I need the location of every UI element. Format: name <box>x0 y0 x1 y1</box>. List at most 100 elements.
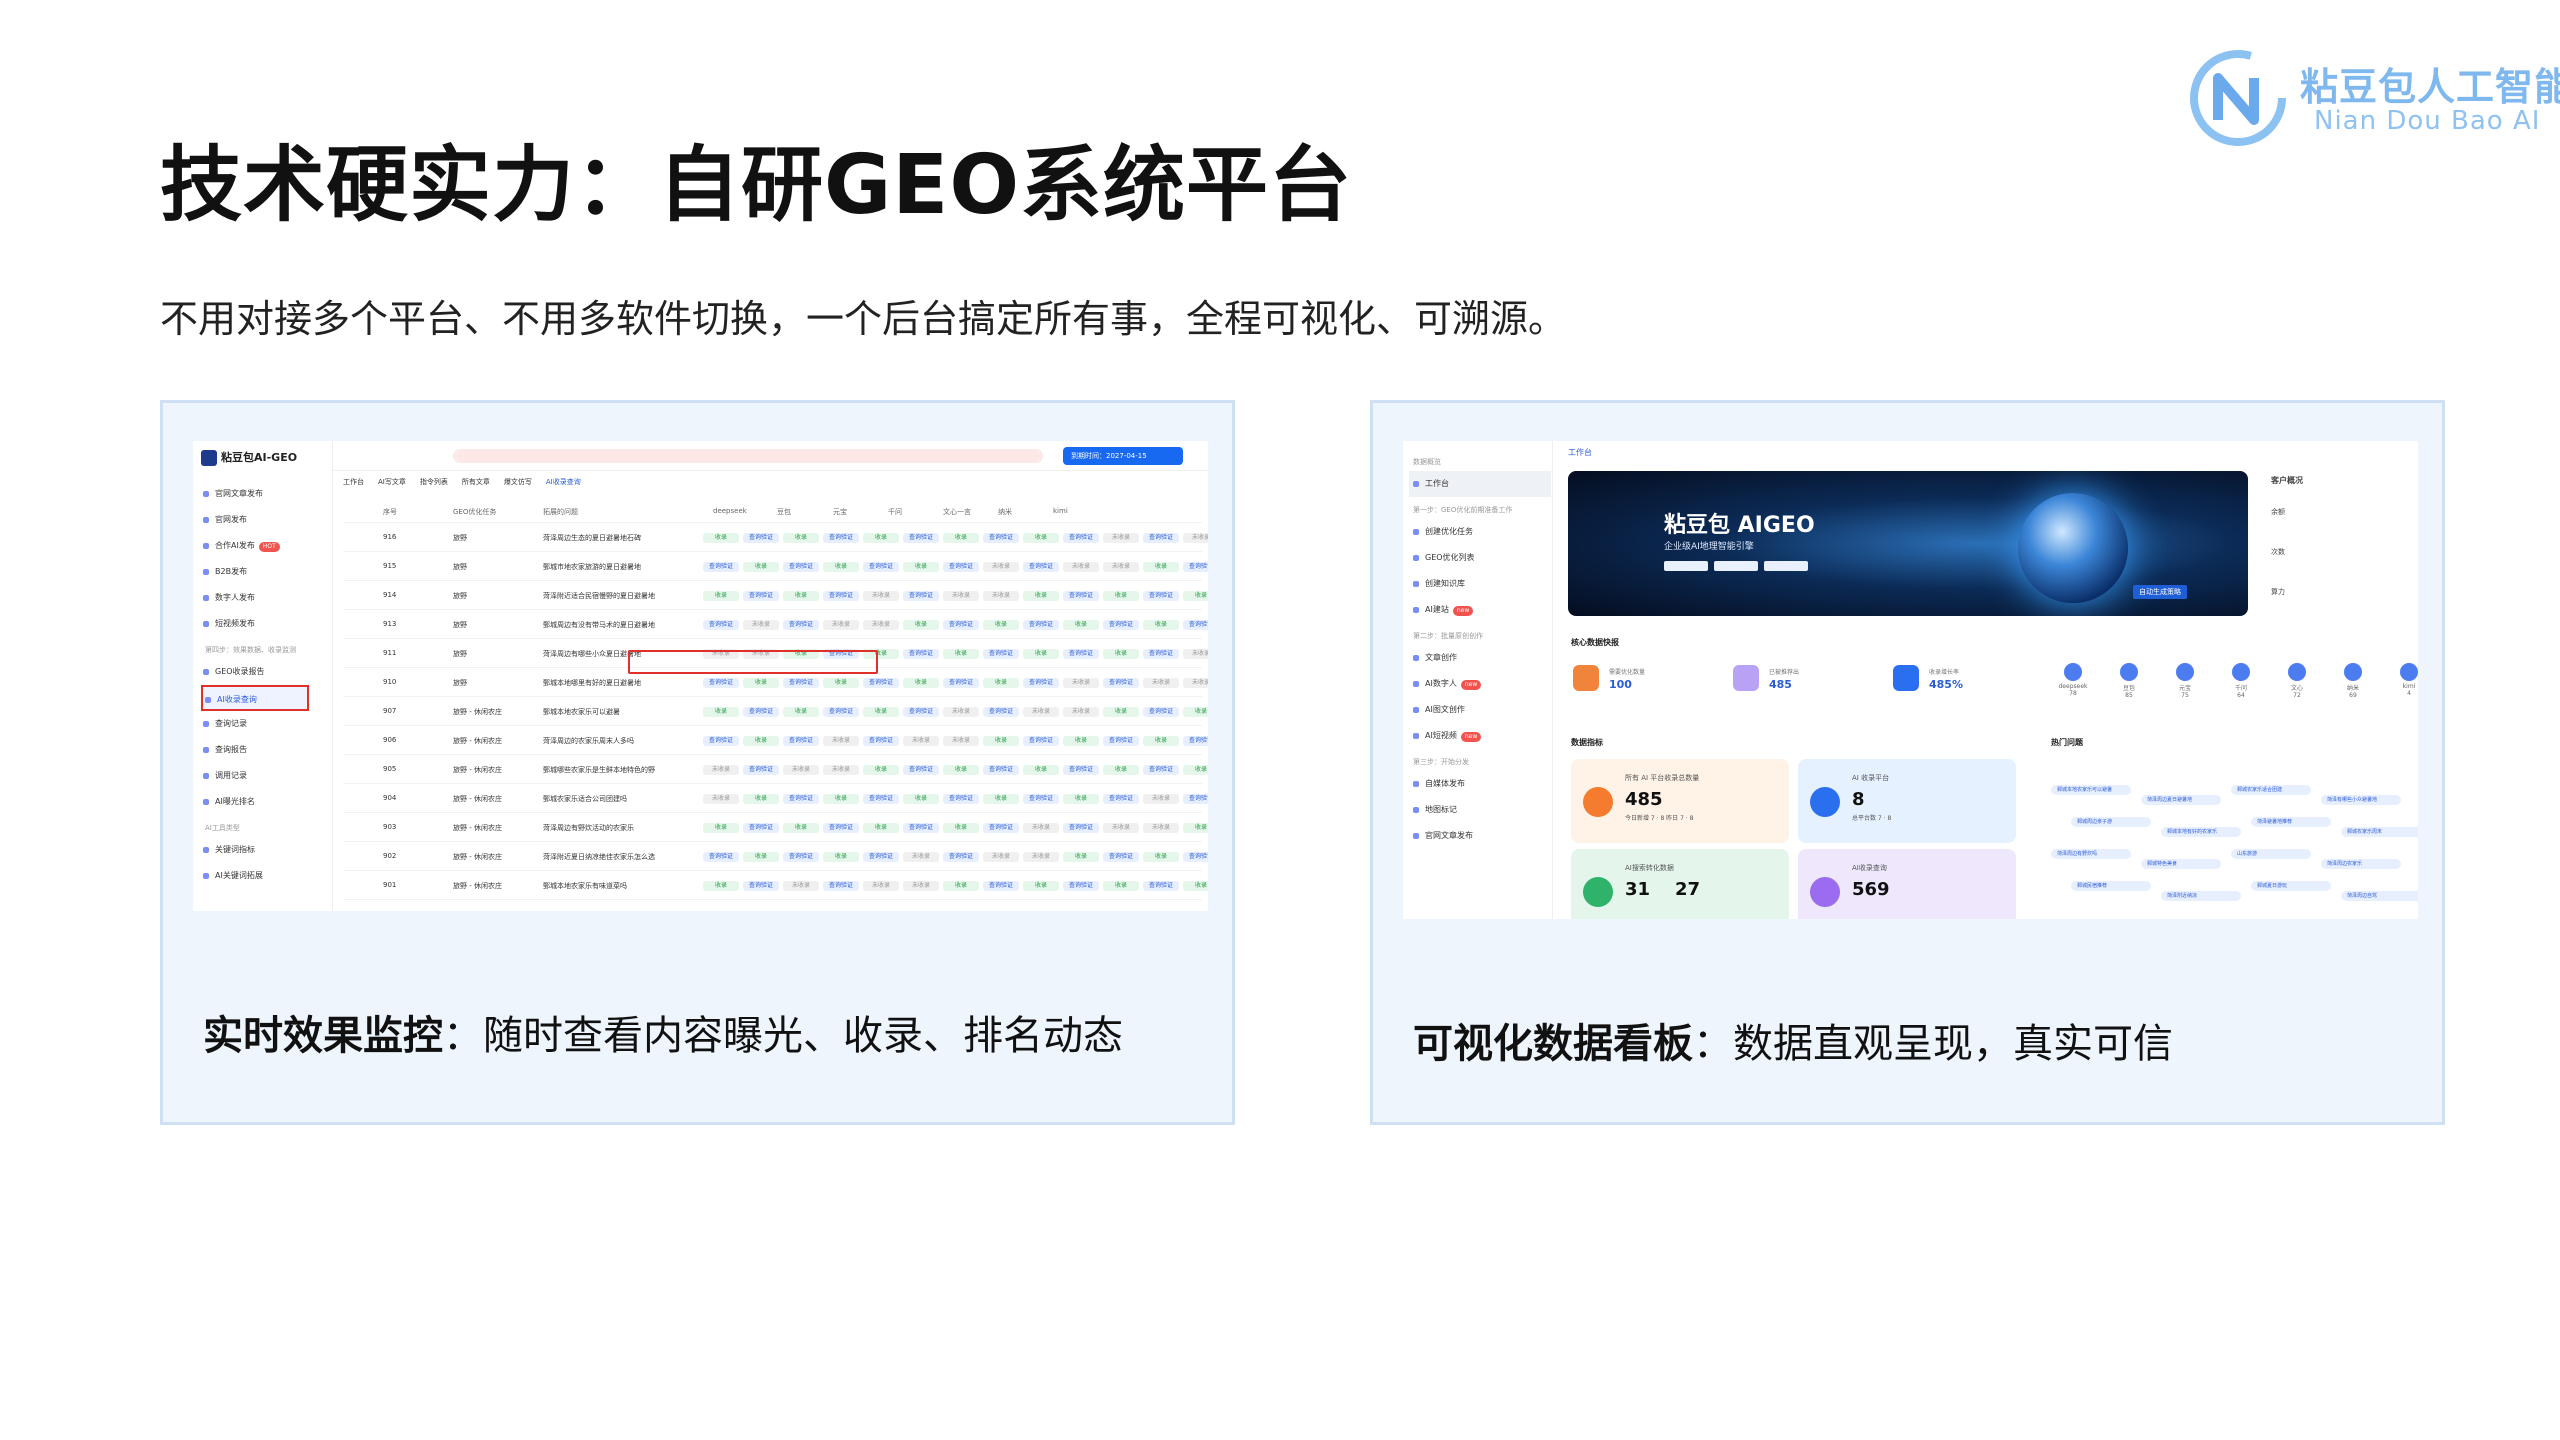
status-pill[interactable]: 查询验证 <box>983 649 1019 659</box>
status-pill[interactable]: 查询验证 <box>983 823 1019 833</box>
status-pill[interactable]: 查询验证 <box>1143 881 1179 891</box>
status-pill[interactable]: 查询验证 <box>1103 620 1139 630</box>
status-pill[interactable]: 查询验证 <box>823 707 859 717</box>
status-pill[interactable]: 收录 <box>983 794 1019 804</box>
mindmap-node[interactable]: 鄄城民宿推荐 <box>2071 881 2151 891</box>
sidebar-item[interactable]: 创建优化任务 <box>1409 519 1551 545</box>
status-pill[interactable]: 查询验证 <box>903 765 939 775</box>
status-pill[interactable]: 收录 <box>783 707 819 717</box>
sidebar-item[interactable]: 合作AI发布 HOT <box>201 533 331 559</box>
status-pill[interactable]: 收录 <box>703 591 739 601</box>
status-pill[interactable]: 收录 <box>903 562 939 572</box>
status-pill[interactable]: 收录 <box>1063 736 1099 746</box>
status-pill[interactable]: 未收录 <box>983 852 1019 862</box>
status-pill[interactable]: 收录 <box>1103 591 1139 601</box>
status-pill[interactable]: 查询验证 <box>1143 533 1179 543</box>
status-pill[interactable]: 未收录 <box>823 620 859 630</box>
status-pill[interactable]: 未收录 <box>1023 852 1059 862</box>
status-pill[interactable]: 收录 <box>783 823 819 833</box>
tab[interactable]: 所有文章 <box>462 477 490 487</box>
status-pill[interactable]: 未收录 <box>983 562 1019 572</box>
banner-button[interactable] <box>1664 561 1708 571</box>
status-pill[interactable]: 未收录 <box>1143 823 1179 833</box>
status-pill[interactable]: 查询验证 <box>783 620 819 630</box>
status-pill[interactable]: 查询验证 <box>1023 794 1059 804</box>
status-pill[interactable]: 查询验证 <box>1023 736 1059 746</box>
status-pill[interactable]: 查询验证 <box>943 562 979 572</box>
status-pill[interactable]: 查询验证 <box>1183 852 1208 862</box>
status-pill[interactable]: 查询验证 <box>743 591 779 601</box>
status-pill[interactable]: 未收录 <box>903 736 939 746</box>
sidebar-item[interactable]: 地图标记 <box>1409 797 1551 823</box>
status-pill[interactable]: 查询验证 <box>1103 852 1139 862</box>
status-pill[interactable]: 收录 <box>823 852 859 862</box>
tab[interactable]: 指令列表 <box>420 477 448 487</box>
status-pill[interactable]: 收录 <box>1103 649 1139 659</box>
sidebar-item[interactable]: GEO优化列表 <box>1409 545 1551 571</box>
status-pill[interactable]: 收录 <box>783 591 819 601</box>
status-pill[interactable]: 查询验证 <box>783 852 819 862</box>
sidebar-item[interactable]: AI短视频 new <box>1409 723 1551 749</box>
status-pill[interactable]: 收录 <box>1183 707 1208 717</box>
status-pill[interactable]: 收录 <box>1143 562 1179 572</box>
status-pill[interactable]: 收录 <box>1023 765 1059 775</box>
status-pill[interactable]: 收录 <box>1183 823 1208 833</box>
status-pill[interactable]: 查询验证 <box>703 620 739 630</box>
status-pill[interactable]: 收录 <box>1023 881 1059 891</box>
status-pill[interactable]: 收录 <box>863 533 899 543</box>
status-pill[interactable]: 查询验证 <box>863 794 899 804</box>
status-pill[interactable]: 收录 <box>863 707 899 717</box>
status-pill[interactable]: 未收录 <box>1063 707 1099 717</box>
status-pill[interactable]: 查询验证 <box>943 794 979 804</box>
mindmap-node[interactable]: 菏泽有哪些小众避暑地 <box>2321 795 2401 805</box>
banner-button[interactable] <box>1714 561 1758 571</box>
status-pill[interactable]: 未收录 <box>1183 649 1208 659</box>
status-pill[interactable]: 查询验证 <box>983 881 1019 891</box>
status-pill[interactable]: 未收录 <box>823 736 859 746</box>
status-pill[interactable]: 查询验证 <box>1023 678 1059 688</box>
mindmap-node[interactable]: 鄄城夏日游玩 <box>2251 881 2331 891</box>
status-pill[interactable]: 收录 <box>743 852 779 862</box>
status-pill[interactable]: 未收录 <box>743 620 779 630</box>
status-pill[interactable]: 未收录 <box>903 852 939 862</box>
status-pill[interactable]: 查询验证 <box>943 852 979 862</box>
status-pill[interactable]: 查询验证 <box>1063 823 1099 833</box>
status-pill[interactable]: 未收录 <box>943 707 979 717</box>
status-pill[interactable]: 未收录 <box>703 794 739 804</box>
status-pill[interactable]: 查询验证 <box>743 707 779 717</box>
status-pill[interactable]: 查询验证 <box>783 794 819 804</box>
status-pill[interactable]: 收录 <box>703 533 739 543</box>
status-pill[interactable]: 查询验证 <box>743 533 779 543</box>
status-pill[interactable]: 查询验证 <box>823 591 859 601</box>
status-pill[interactable]: 查询验证 <box>783 736 819 746</box>
status-pill[interactable]: 未收录 <box>1023 823 1059 833</box>
mindmap-node[interactable]: 山东旅游 <box>2231 849 2311 859</box>
status-pill[interactable]: 未收录 <box>1023 707 1059 717</box>
status-pill[interactable]: 查询验证 <box>1143 591 1179 601</box>
status-pill[interactable]: 查询验证 <box>743 881 779 891</box>
status-pill[interactable]: 收录 <box>703 881 739 891</box>
status-pill[interactable]: 未收录 <box>943 736 979 746</box>
status-pill[interactable]: 查询验证 <box>823 533 859 543</box>
banner-button[interactable] <box>1764 561 1808 571</box>
sidebar-item[interactable]: 查询记录 <box>201 711 331 737</box>
status-pill[interactable]: 查询验证 <box>1143 765 1179 775</box>
status-pill[interactable]: 收录 <box>983 736 1019 746</box>
status-pill[interactable]: 查询验证 <box>903 591 939 601</box>
status-pill[interactable]: 收录 <box>1103 765 1139 775</box>
mindmap-node[interactable]: 菏泽周边农家乐 <box>2321 859 2401 869</box>
status-pill[interactable]: 收录 <box>943 823 979 833</box>
status-pill[interactable]: 收录 <box>743 794 779 804</box>
status-pill[interactable]: 未收录 <box>1103 562 1139 572</box>
status-pill[interactable]: 查询验证 <box>743 765 779 775</box>
sidebar-item[interactable]: 官网文章发布 <box>201 481 331 507</box>
sidebar-item[interactable]: 文章创作 <box>1409 645 1551 671</box>
mindmap-node[interactable]: 鄄城特色美食 <box>2141 859 2221 869</box>
status-pill[interactable]: 收录 <box>823 678 859 688</box>
search-input[interactable] <box>453 449 1043 463</box>
mindmap-node[interactable]: 菏泽避暑地推荐 <box>2251 817 2331 827</box>
mindmap-node[interactable]: 鄄城农家乐周末 <box>2341 827 2418 837</box>
status-pill[interactable]: 未收录 <box>943 591 979 601</box>
status-pill[interactable]: 查询验证 <box>743 823 779 833</box>
status-pill[interactable]: 收录 <box>1063 794 1099 804</box>
